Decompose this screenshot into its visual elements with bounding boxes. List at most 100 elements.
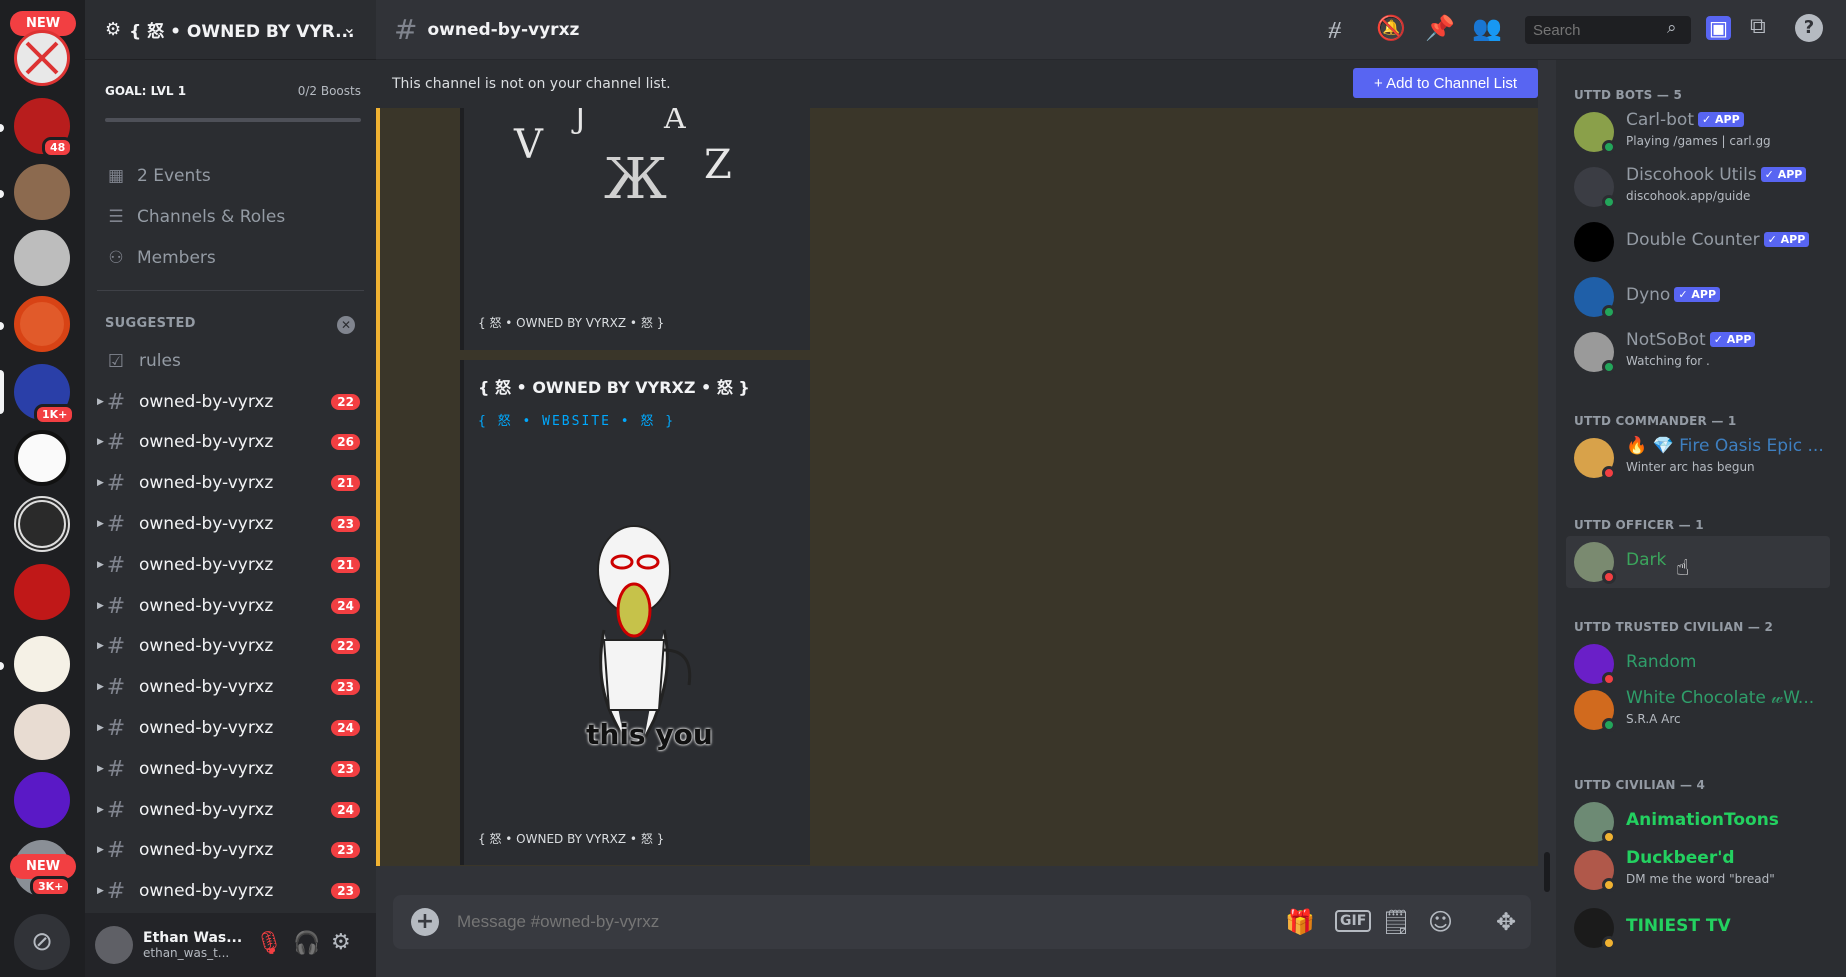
- server-icon-8[interactable]: [14, 496, 70, 552]
- inbox-icon[interactable]: ▣: [1706, 16, 1731, 40]
- channel-item[interactable]: ▶ # owned-by-vyrxz 24: [97, 589, 370, 623]
- settings-gear-icon[interactable]: ⚙: [331, 930, 351, 955]
- svg-text:A: A: [663, 108, 686, 136]
- mention-badge: 3K+: [30, 876, 72, 897]
- member-list-icon[interactable]: 👥: [1472, 14, 1502, 42]
- server-icon-11[interactable]: [14, 704, 70, 760]
- member-item-hovered[interactable]: Dark: [1566, 536, 1830, 588]
- channel-name: owned-by-vyrxz: [139, 514, 274, 534]
- member-status: DM me the word "bread": [1626, 872, 1775, 886]
- channel-item[interactable]: ▶ # owned-by-vyrxz 23: [97, 507, 370, 541]
- unread-pill: [0, 190, 4, 198]
- member-item[interactable]: TINIEST TV: [1566, 902, 1830, 954]
- gift-icon[interactable]: 🎁: [1285, 908, 1315, 936]
- nav-events[interactable]: ▦ 2 Events: [105, 161, 211, 191]
- server-icon-4[interactable]: [14, 230, 70, 286]
- channel-item[interactable]: ▶ # owned-by-vyrxz 23: [97, 874, 370, 908]
- selected-pill: [0, 370, 4, 414]
- member-name: 🔥 💎 Fire Oasis Epic ...: [1626, 436, 1824, 456]
- username: Ethan Was...: [143, 930, 243, 946]
- sticker-icon[interactable]: 🗒: [1381, 908, 1411, 936]
- hash-icon: #: [106, 389, 126, 415]
- member-item[interactable]: Random: [1566, 638, 1830, 690]
- member-item[interactable]: AnimationToons: [1566, 796, 1830, 848]
- expand-arrow-icon: ▶: [97, 519, 104, 529]
- server-icon-7[interactable]: [14, 430, 70, 486]
- server-header[interactable]: ⚙ { 怒 • OWNED BY VYR... ⌄: [85, 0, 376, 60]
- member-item[interactable]: White Chocolate 𝓌W... S.R.A Arc: [1566, 684, 1830, 736]
- expand-arrow-icon: ▶: [97, 805, 104, 815]
- member-item[interactable]: Double Counter ✓ APP: [1566, 216, 1830, 268]
- close-icon[interactable]: ✕: [337, 316, 355, 334]
- help-icon[interactable]: ?: [1795, 14, 1823, 42]
- server-rail: NEW 48 1K+ NEW 3K+ ⊘: [0, 0, 85, 977]
- hash-icon: #: [106, 429, 126, 455]
- mic-muted-icon[interactable]: 🎙: [255, 931, 283, 956]
- apps-icon[interactable]: ✥: [1496, 908, 1516, 936]
- member-item[interactable]: Carl-bot ✓ APP Playing /games | carl.gg: [1566, 106, 1830, 158]
- nav-events-label: 2 Events: [137, 166, 211, 186]
- boost-goal[interactable]: GOAL: LVL 1 0/2 Boosts: [105, 84, 361, 122]
- app-badge: ✓ APP: [1760, 167, 1807, 182]
- member-item[interactable]: Duckbeer'd DM me the word "bread": [1566, 844, 1830, 896]
- member-item[interactable]: NotSoBot ✓ APP Watching for .: [1566, 326, 1830, 378]
- server-icon-1[interactable]: [14, 30, 70, 86]
- nav-channels-roles[interactable]: ☰ Channels & Roles: [105, 202, 285, 232]
- members-icon: ⚇: [108, 248, 124, 268]
- unread-badge: 22: [331, 394, 360, 410]
- channel-item[interactable]: ▶ # owned-by-vyrxz 23: [97, 752, 370, 786]
- channel-item[interactable]: ▶ # owned-by-vyrxz 24: [97, 793, 370, 827]
- discover-compass-icon[interactable]: ⊘: [14, 914, 70, 970]
- expand-arrow-icon: ▶: [97, 723, 104, 733]
- add-to-channel-list-button[interactable]: + Add to Channel List: [1353, 68, 1538, 98]
- status-dot: [1602, 830, 1616, 844]
- member-name: Random: [1626, 652, 1697, 672]
- channel-item[interactable]: ▶ # owned-by-vyrxz 26: [97, 425, 370, 459]
- avatar[interactable]: [95, 926, 133, 964]
- unread-badge: 21: [331, 475, 360, 491]
- add-attachment-icon[interactable]: +: [411, 908, 439, 936]
- image-caption: this you: [586, 718, 713, 751]
- channel-name: owned-by-vyrxz: [139, 759, 274, 779]
- server-icon-3[interactable]: [14, 164, 70, 220]
- channel-name: owned-by-vyrxz: [139, 555, 274, 575]
- emoji-icon[interactable]: ☺: [1428, 908, 1453, 936]
- member-item[interactable]: Discohook Utils ✓ APP discohook.app/guide: [1566, 161, 1830, 213]
- gif-icon[interactable]: GIF: [1335, 910, 1372, 932]
- server-icon-9[interactable]: [14, 564, 70, 620]
- channel-name: owned-by-vyrxz: [139, 840, 274, 860]
- website-link[interactable]: { 怒 • WEBSITE • 怒 }: [478, 410, 675, 429]
- headphones-icon[interactable]: 🎧: [293, 931, 320, 956]
- channel-item[interactable]: ▶ # owned-by-vyrxz 21: [97, 466, 370, 500]
- embed-footer: { 怒 • OWNED BY VYRXZ • 怒 }: [478, 316, 665, 330]
- channel-item[interactable]: ▶ # owned-by-vyrxz 23: [97, 670, 370, 704]
- member-status: Winter arc has begun: [1626, 460, 1755, 474]
- member-name: Double Counter ✓ APP: [1626, 230, 1810, 250]
- channel-item[interactable]: ▶ # owned-by-vyrxz 24: [97, 711, 370, 745]
- scrollbar[interactable]: [1544, 852, 1550, 892]
- screen-share-icon[interactable]: ⧉: [1750, 14, 1766, 39]
- member-name: NotSoBot ✓ APP: [1626, 330, 1756, 350]
- member-item[interactable]: 🔥 💎 Fire Oasis Epic ... Winter arc has b…: [1566, 432, 1830, 484]
- server-icon-10[interactable]: [14, 636, 70, 692]
- pin-icon[interactable]: 📌: [1425, 14, 1455, 42]
- server-name: { 怒 • OWNED BY VYR...: [129, 22, 355, 42]
- user-info[interactable]: Ethan Was... ethan_was_t...: [143, 930, 242, 960]
- member-item[interactable]: Dyno ✓ APP: [1566, 271, 1830, 323]
- channel-item[interactable]: ▶ # owned-by-vyrxz 22: [97, 385, 370, 419]
- svg-text:Ж: Ж: [604, 147, 667, 212]
- channel-item[interactable]: ▶ # owned-by-vyrxz 23: [97, 833, 370, 867]
- member-name: AnimationToons: [1626, 810, 1779, 830]
- channel-item[interactable]: ▶ # owned-by-vyrxz 21: [97, 548, 370, 582]
- server-icon-5[interactable]: [14, 296, 70, 352]
- message-input[interactable]: [457, 912, 1157, 932]
- notification-muted-icon[interactable]: 🔕: [1376, 14, 1406, 42]
- threads-icon[interactable]: ⧣: [1328, 14, 1342, 42]
- channel-rules[interactable]: ☑ rules: [105, 344, 370, 378]
- mention-highlight-bar: [376, 108, 380, 866]
- nav-members[interactable]: ⚇ Members: [105, 243, 215, 273]
- expand-arrow-icon: ▶: [97, 560, 104, 570]
- server-icon-12[interactable]: [14, 772, 70, 828]
- hash-icon: #: [106, 878, 126, 904]
- channel-item[interactable]: ▶ # owned-by-vyrxz 22: [97, 629, 370, 663]
